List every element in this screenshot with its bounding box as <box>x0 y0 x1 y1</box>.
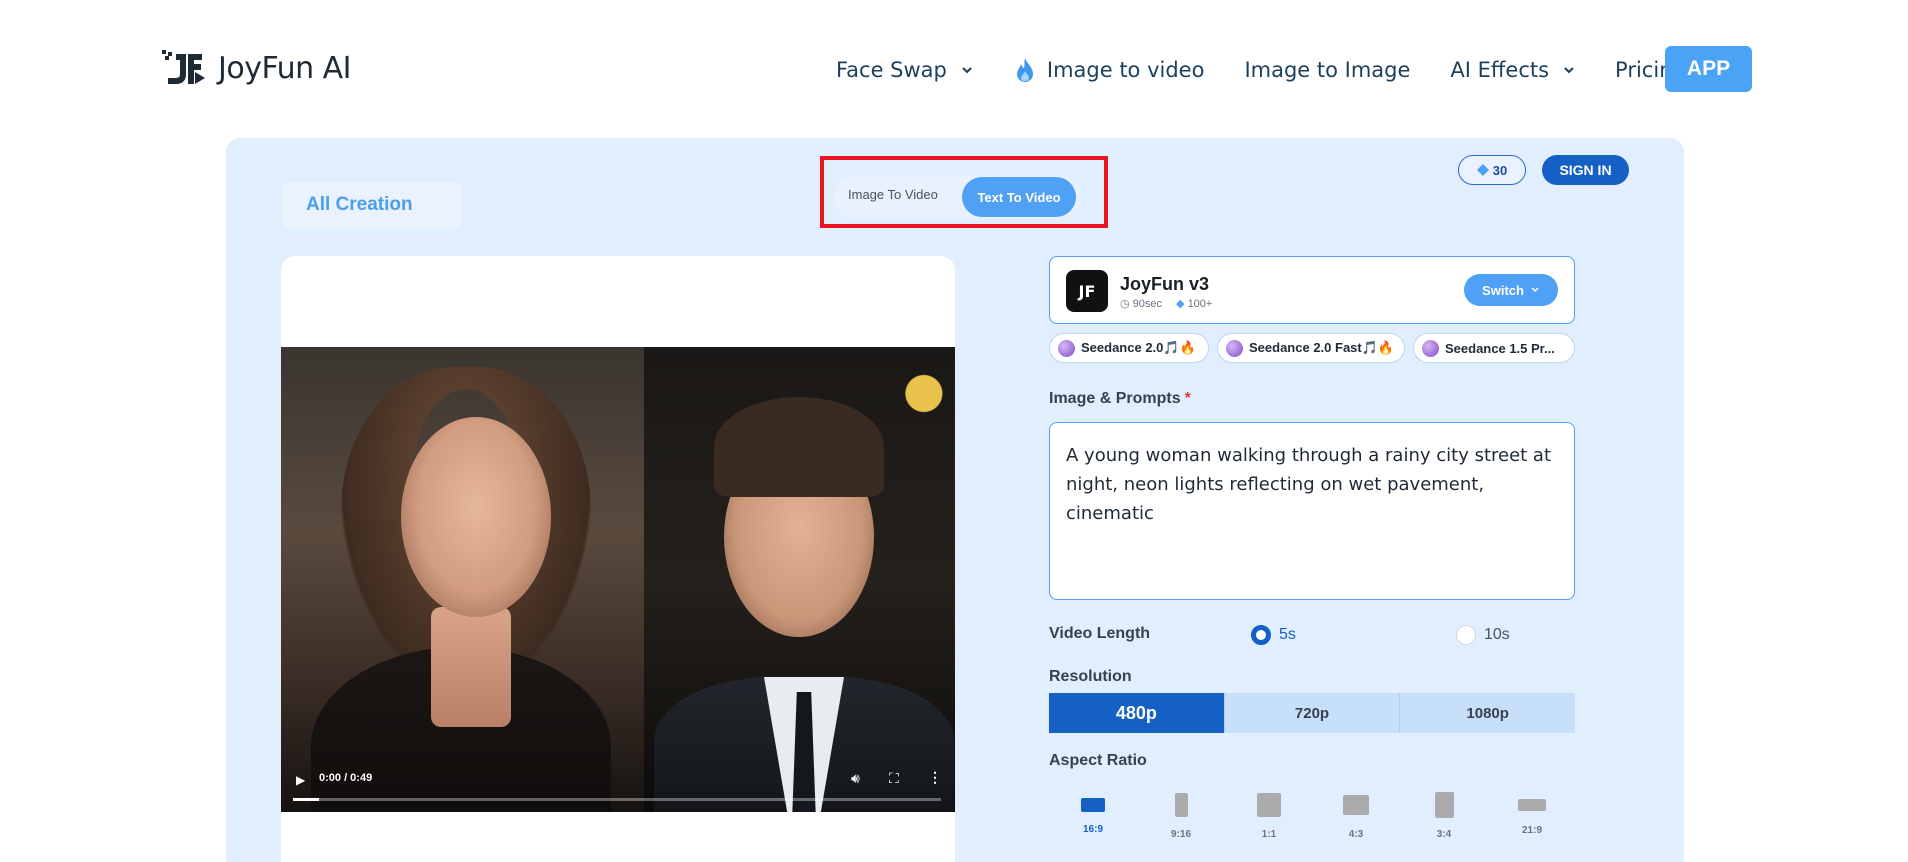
brand-name: JoyFun AI <box>218 50 352 86</box>
length-option-label: 10s <box>1484 626 1510 643</box>
model-orb-icon <box>1422 339 1439 357</box>
nav-image-to-image[interactable]: Image to Image <box>1244 58 1410 82</box>
clock-icon: ◷ <box>1120 298 1130 310</box>
ratio-label: 16:9 <box>1082 824 1103 835</box>
model-chip[interactable]: Seedance 2.0 Fast🎵🔥 <box>1217 333 1405 363</box>
model-chip[interactable]: Seedance 2.0🎵🔥 <box>1049 333 1209 363</box>
video-length-label: Video Length <box>1049 625 1151 642</box>
ratio-label: 1:1 <box>1261 829 1277 840</box>
ratio-9-16-icon <box>1174 793 1188 817</box>
ratio-label: 9:16 <box>1170 829 1191 840</box>
switch-label: Switch <box>1482 282 1524 298</box>
flame-icon <box>1016 58 1033 82</box>
aspect-ratio-selector: 16:9 9:16 1:1 4:3 3:4 21:9 <box>1049 790 1575 850</box>
ratio-21-9[interactable]: 21:9 <box>1502 790 1562 836</box>
ratio-21-9-icon <box>1518 799 1546 811</box>
aspect-ratio-label: Aspect Ratio <box>1049 752 1147 769</box>
length-option-10s[interactable]: 10s <box>1456 625 1510 645</box>
resolution-480p[interactable]: 480p <box>1049 693 1224 733</box>
model-name: JoyFun v3 <box>1120 274 1210 294</box>
ratio-1-1-icon <box>1257 793 1281 817</box>
required-mark: * <box>1184 390 1191 407</box>
sign-in-button[interactable]: SIGN IN <box>1542 155 1629 185</box>
radio-selected-icon <box>1251 625 1271 645</box>
credits-value: 30 <box>1492 162 1508 178</box>
main-nav: Face Swap Image to video Image to Image … <box>836 50 1726 90</box>
resolution-label: Resolution <box>1049 668 1132 685</box>
model-card: JF JoyFun v3 ◷ 90sec ◆ 100+ Switch <box>1049 256 1575 324</box>
woman-face <box>401 417 551 617</box>
preview-video[interactable]: ▶ 0:00 / 0:49 🔊︎ ⛶ ⋮ <box>281 347 955 812</box>
model-logo: JF <box>1066 270 1108 312</box>
resolution-selector: 480p 720p 1080p <box>1049 693 1576 733</box>
all-creation-button[interactable]: All Creation <box>281 182 462 228</box>
logo-mark-icon <box>162 50 205 84</box>
credits-badge[interactable]: 30 <box>1458 155 1526 185</box>
model-cost-value: 100+ <box>1187 298 1213 310</box>
ratio-label: 3:4 <box>1436 829 1452 840</box>
ratio-4-3-icon <box>1343 795 1369 815</box>
prompt-label: Image & Prompts * <box>1049 390 1191 408</box>
ratio-9-16[interactable]: 9:16 <box>1151 790 1211 840</box>
video-progress-fill <box>293 798 319 801</box>
ratio-3-4-icon <box>1434 792 1454 818</box>
nav-face-swap[interactable]: Face Swap <box>836 58 973 82</box>
model-chip-label: Seedance 2.0🎵🔥 <box>1081 340 1196 355</box>
nav-image-to-image-label: Image to Image <box>1244 58 1411 82</box>
prompt-label-text: Image & Prompts <box>1049 390 1181 407</box>
mode-toggle-highlight <box>820 156 1108 228</box>
more-options-icon[interactable]: ⋮ <box>928 769 942 786</box>
ratio-label: 4:3 <box>1348 829 1364 840</box>
ratio-16-9[interactable]: 16:9 <box>1063 790 1123 835</box>
model-duration: ◷ 90sec <box>1120 297 1162 310</box>
model-cost: ◆ 100+ <box>1176 297 1212 310</box>
switch-model-button[interactable]: Switch <box>1464 274 1558 306</box>
video-frame-left <box>281 347 644 812</box>
video-progress-bar[interactable] <box>293 798 941 801</box>
radio-unselected-icon <box>1456 625 1476 645</box>
nav-ai-effects[interactable]: AI Effects <box>1450 58 1575 82</box>
diamond-icon <box>1476 164 1489 176</box>
nav-ai-effects-label: AI Effects <box>1450 58 1550 82</box>
resolution-1080p[interactable]: 1080p <box>1399 693 1576 733</box>
model-duration-value: 90sec <box>1132 298 1163 310</box>
model-orb-icon <box>1226 339 1243 357</box>
ratio-16-9-icon <box>1081 798 1105 812</box>
resolution-720p[interactable]: 720p <box>1223 693 1400 733</box>
chevron-down-icon <box>1564 67 1574 74</box>
ratio-4-3[interactable]: 4:3 <box>1326 790 1386 840</box>
play-icon[interactable]: ▶ <box>296 773 305 787</box>
model-chip-label: Seedance 2.0 Fast🎵🔥 <box>1249 340 1395 355</box>
woman-neck <box>431 607 511 727</box>
diamond-icon: ◆ <box>1176 298 1185 310</box>
prompt-textarea[interactable]: A young woman walking through a rainy ci… <box>1049 422 1575 600</box>
nav-image-to-video[interactable]: Image to video <box>1013 56 1205 84</box>
model-orb-icon <box>1058 339 1075 357</box>
nav-face-swap-label: Face Swap <box>836 58 947 82</box>
ratio-3-4[interactable]: 3:4 <box>1414 790 1474 840</box>
ratio-1-1[interactable]: 1:1 <box>1239 790 1299 840</box>
video-frame-right <box>644 347 955 812</box>
chevron-down-icon <box>962 67 972 74</box>
fullscreen-icon[interactable]: ⛶ <box>889 770 899 787</box>
model-chips: Seedance 2.0🎵🔥 Seedance 2.0 Fast🎵🔥 Seeda… <box>1049 333 1575 363</box>
brand-logo[interactable]: JoyFun AI <box>162 50 352 86</box>
video-controls: ▶ 0:00 / 0:49 🔊︎ ⛶ ⋮ <box>281 758 955 812</box>
ratio-label: 21:9 <box>1521 825 1542 836</box>
length-option-5s[interactable]: 5s <box>1251 625 1296 645</box>
man-hair <box>714 397 884 497</box>
volume-icon[interactable]: 🔊︎ <box>851 770 860 787</box>
model-meta: ◷ 90sec ◆ 100+ <box>1120 297 1212 310</box>
top-header: JoyFun AI Face Swap Image to video Image… <box>0 0 1908 138</box>
chevron-down-icon <box>1531 287 1539 293</box>
length-option-label: 5s <box>1279 626 1296 643</box>
model-chip[interactable]: Seedance 1.5 Pr... <box>1413 333 1575 363</box>
app-button[interactable]: APP <box>1665 46 1752 92</box>
video-time: 0:00 / 0:49 <box>319 772 373 784</box>
nav-image-to-video-label: Image to video <box>1046 58 1205 82</box>
model-chip-label: Seedance 1.5 Pr... <box>1445 340 1555 356</box>
